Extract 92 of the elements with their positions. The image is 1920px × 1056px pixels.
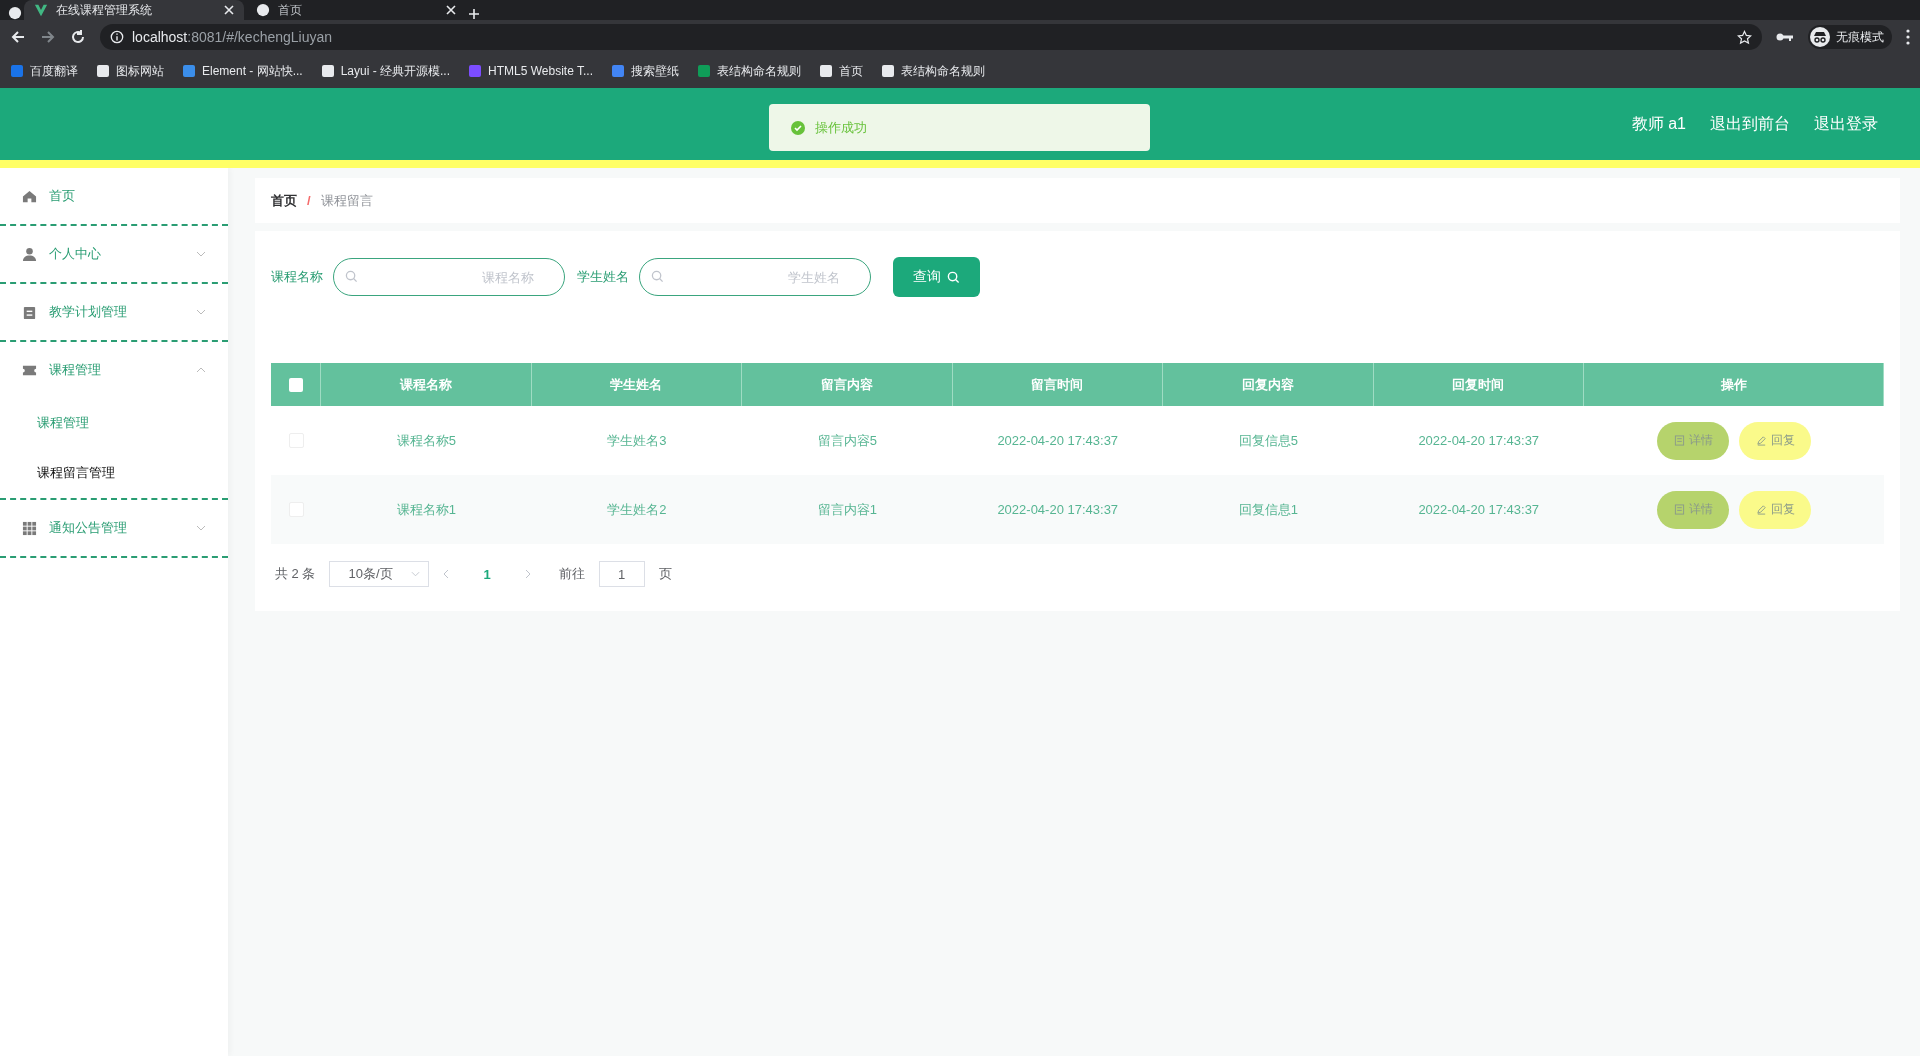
table-cell-text: 回复信息5 [1237,431,1299,450]
forward-icon[interactable] [40,29,56,45]
browser-tab[interactable]: 在线课程管理系统 [24,0,244,20]
table-cell-text: 回复信息1 [1237,500,1299,519]
page-input[interactable]: 1 [598,561,645,587]
plus-icon[interactable] [468,8,480,20]
search-field[interactable]: 课程名称 [333,258,565,296]
menu-item[interactable]: 课程管理 [0,342,228,398]
bookmark-icon [611,64,625,78]
document-icon [1673,504,1685,515]
search-icon [651,270,664,283]
clipboard-icon [22,304,37,320]
bookmark-icon [96,64,110,78]
submenu-item[interactable]: 课程留言管理 [0,448,228,498]
table-cell-text: 课程名称5 [395,431,457,450]
bookmark[interactable]: 百度翻译 [10,62,78,80]
bookmark-icon [697,64,711,78]
home-icon [22,188,37,204]
breadcrumb-separator: / [307,193,311,208]
table-cell-text: 学生姓名2 [606,500,668,519]
table-cell-text: 2022-04-20 17:43:37 [1417,432,1541,450]
bookmark[interactable]: 搜索壁纸 [611,62,679,80]
info-icon [110,30,124,44]
search-field[interactable]: 学生姓名 [639,258,871,296]
chevron-down-icon [196,309,206,315]
table-cell-text: 2022-04-20 17:43:37 [996,501,1120,519]
menu-item[interactable]: 个人中心 [0,226,228,284]
bookmark-icon [468,64,483,78]
table-cell-text: 2022-04-20 17:43:37 [996,432,1120,450]
bookmark[interactable]: Layui - 经典开源模... [320,62,451,80]
column-header: 课程名称 [321,363,532,406]
menu-item[interactable]: 首页 [0,168,228,226]
table-cell-text: 留言内容1 [816,500,878,519]
breadcrumb-link[interactable]: 首页 [271,191,297,210]
key-icon[interactable] [1776,32,1794,42]
bookmark-icon [10,64,24,78]
chevron-up-icon [196,367,206,373]
table-cell-text: 课程名称1 [395,500,457,519]
column-header: 学生姓名 [531,363,742,406]
v-logo-icon [34,3,48,17]
close-icon[interactable] [446,5,456,15]
incognito-button[interactable]: 无痕模式 [1808,25,1892,49]
bookmark[interactable]: 图标网站 [96,62,164,80]
search-icon [947,270,960,284]
bookmark-icon [320,64,335,78]
goto-label: 前往 [558,565,585,583]
chevron-down-icon [196,251,206,257]
bookmark-icon [881,64,895,78]
user-name: 教师 a1 [1631,113,1686,134]
column-header: 回复内容 [1163,363,1374,406]
page-size-select[interactable]: 10条/页 [329,561,430,587]
bookmark[interactable]: 表结构命名规则 [697,62,801,80]
grid-icon [22,520,37,536]
submenu-item[interactable]: 课程管理 [0,398,228,448]
column-header: 留言时间 [952,363,1163,406]
bookmark[interactable]: Element - 网站快... [182,62,303,80]
close-icon[interactable] [224,5,234,15]
bookmark-icon [819,64,833,78]
success-toast: 操作成功 [769,104,1150,151]
table-cell-text: 2022-04-20 17:43:37 [1417,501,1541,519]
table-cell-text: 学生姓名3 [606,431,668,450]
column-header: 留言内容 [742,363,953,406]
chevron-down-icon [196,525,206,531]
more-icon[interactable] [1906,29,1910,45]
breadcrumb-current: 课程留言 [320,191,373,210]
bookmark-icon [182,64,196,78]
browser-tab[interactable]: 首页 [246,0,466,20]
table-cell-text: 留言内容5 [816,431,878,450]
person-icon [22,246,37,262]
incognito-icon [1810,27,1830,47]
check-icon [791,120,805,135]
field-label: 学生姓名 [577,268,629,286]
bookmark[interactable]: 表结构命名规则 [881,62,985,80]
reload-icon[interactable] [70,29,86,45]
chevron-down-icon [411,571,421,577]
pencil-icon [1755,504,1767,515]
back-icon[interactable] [10,29,26,45]
page-suffix: 页 [658,565,672,583]
star-icon[interactable] [1737,29,1752,45]
document-icon [1673,435,1685,446]
menu-item[interactable]: 教学计划管理 [0,284,228,342]
column-header: 回复时间 [1373,363,1584,406]
column-header: 操作 [1584,363,1884,406]
select-all-checkbox[interactable] [288,377,303,392]
search-icon [345,270,358,283]
bookmark[interactable]: 首页 [819,62,863,80]
bookmark[interactable]: HTML5 Website T... [468,64,593,78]
menu-item[interactable]: 通知公告管理 [0,500,228,558]
total-count: 共 2 条 [275,565,316,583]
field-label: 课程名称 [271,268,323,286]
pencil-icon [1755,435,1767,446]
address-bar[interactable]: localhost:8081/#/kechengLiuyan [100,24,1762,50]
